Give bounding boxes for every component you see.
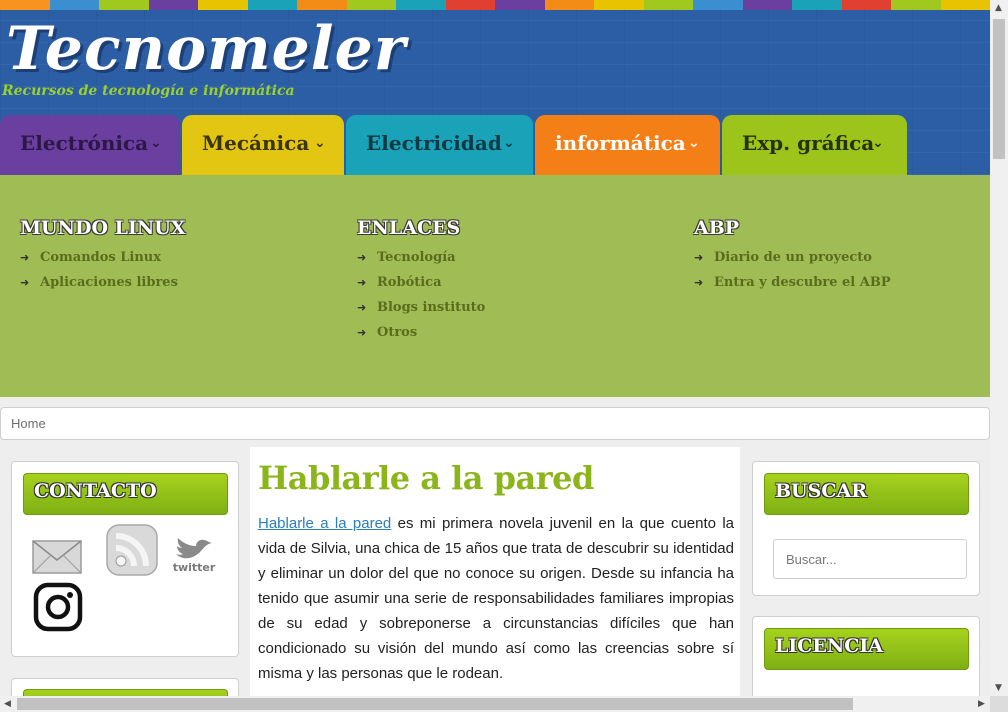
chevron-down-icon: ⌄ bbox=[872, 135, 884, 151]
main-nav: Electrónica ⌄ Mecánica ⌄ Electricidad ⌄ … bbox=[0, 115, 990, 290]
site-tagline: Recursos de tecnología e informática bbox=[2, 83, 295, 99]
mega-link-label: Diario de un proyecto bbox=[714, 250, 872, 265]
chevron-down-icon: ⌄ bbox=[688, 135, 700, 151]
mega-link-comandos-linux[interactable]: ➜ Comandos Linux bbox=[20, 245, 186, 270]
mega-column-enlaces: ENLACES ➜ Tecnología ➜ Robótica ➜ Blogs ins… bbox=[357, 217, 485, 345]
nav-tab-exp-grafica[interactable]: Exp. gráfica ⌄ bbox=[722, 115, 907, 175]
nav-tab-label: Electrónica bbox=[20, 131, 149, 155]
mega-link-otros[interactable]: ➜ Otros bbox=[357, 320, 485, 345]
color-strip-segment bbox=[792, 0, 842, 10]
site-header: Tecnomeler Recursos de tecnología e info… bbox=[0, 0, 990, 290]
color-strip-segment bbox=[198, 0, 248, 10]
color-strip-segment bbox=[940, 0, 990, 10]
scroll-up-icon[interactable]: ▲ bbox=[995, 3, 1002, 13]
search-input[interactable] bbox=[773, 539, 967, 579]
mega-column-heading: MUNDO LINUX bbox=[20, 217, 186, 239]
arrow-right-icon: ➜ bbox=[357, 276, 367, 289]
color-strip-segment bbox=[0, 0, 50, 10]
mega-link-label: Otros bbox=[377, 325, 418, 340]
scrollbar-corner bbox=[990, 696, 1008, 712]
color-strip-segment bbox=[445, 0, 495, 10]
scroll-down-icon[interactable]: ▼ bbox=[995, 683, 1002, 693]
arrow-right-icon: ➜ bbox=[694, 276, 704, 289]
twitter-wordmark: twitter bbox=[172, 561, 216, 574]
mega-link-tecnologia[interactable]: ➜ Tecnología bbox=[357, 245, 485, 270]
color-strip-segment bbox=[495, 0, 545, 10]
page: Tecnomeler Recursos de tecnología e info… bbox=[0, 0, 1008, 712]
nav-tab-label: Exp. gráfica bbox=[742, 131, 875, 155]
post-link[interactable]: Hablarle a la pared bbox=[258, 515, 391, 532]
arrow-right-icon: ➜ bbox=[357, 301, 367, 314]
color-strip-segment bbox=[742, 0, 792, 10]
color-strip-segment bbox=[841, 0, 891, 10]
color-strip-segment bbox=[891, 0, 941, 10]
mega-column-heading: ABP bbox=[694, 217, 740, 239]
color-strip-segment bbox=[247, 0, 297, 10]
color-strip-segment bbox=[693, 0, 743, 10]
arrow-right-icon: ➜ bbox=[20, 251, 30, 264]
mega-link-blogs-instituto[interactable]: ➜ Blogs instituto bbox=[357, 295, 485, 320]
mega-link-descubre-abp[interactable]: ➜ Entra y descubre el ABP bbox=[694, 270, 891, 295]
contact-widget-title: CONTACTO bbox=[23, 473, 228, 515]
license-widget-title: LICENCIA bbox=[764, 628, 969, 670]
mega-menu: MUNDO LINUX ➜ Comandos Linux ➜ Aplicacione… bbox=[0, 175, 990, 397]
mega-link-label: Tecnología bbox=[377, 250, 456, 265]
nav-tab-label: Mecánica bbox=[202, 131, 310, 155]
color-strip-segment bbox=[643, 0, 693, 10]
mega-column-abp: ABP ➜ Diario de un proyecto ➜ Entra y desc… bbox=[694, 217, 891, 295]
horizontal-scroll-thumb[interactable] bbox=[17, 698, 853, 710]
chevron-down-icon: ⌄ bbox=[150, 135, 162, 151]
vertical-scroll-thumb[interactable] bbox=[993, 19, 1005, 159]
mega-link-diario-proyecto[interactable]: ➜ Diario de un proyecto bbox=[694, 245, 891, 270]
rss-icon[interactable] bbox=[106, 524, 158, 576]
scroll-left-icon[interactable]: ◀ bbox=[4, 699, 11, 709]
mega-link-label: Comandos Linux bbox=[40, 250, 161, 265]
nav-tab-label: Electricidad bbox=[366, 131, 502, 155]
color-strip-segment bbox=[297, 0, 347, 10]
breadcrumb-home-link[interactable]: Home bbox=[11, 416, 46, 431]
site-title[interactable]: Tecnomeler bbox=[6, 14, 406, 84]
twitter-icon[interactable]: twitter bbox=[168, 534, 220, 578]
chevron-down-icon: ⌄ bbox=[314, 135, 326, 151]
arrow-right-icon: ➜ bbox=[694, 251, 704, 264]
color-strip-segment bbox=[396, 0, 446, 10]
mega-column-heading: ENLACES bbox=[357, 217, 461, 239]
color-strip-segment bbox=[346, 0, 396, 10]
chevron-down-icon: ⌄ bbox=[503, 135, 515, 151]
header-color-strip bbox=[0, 0, 990, 10]
mega-link-label: Entra y descubre el ABP bbox=[714, 275, 891, 290]
color-strip-segment bbox=[148, 0, 198, 10]
nav-tab-electricidad[interactable]: Electricidad ⌄ bbox=[346, 115, 533, 175]
mega-column-mundo-linux: MUNDO LINUX ➜ Comandos Linux ➜ Aplicacione… bbox=[20, 217, 186, 295]
horizontal-scrollbar[interactable]: ◀ ▶ bbox=[0, 696, 990, 712]
color-strip-segment bbox=[544, 0, 594, 10]
arrow-right-icon: ➜ bbox=[20, 276, 30, 289]
mega-link-label: Blogs instituto bbox=[377, 300, 486, 315]
arrow-right-icon: ➜ bbox=[357, 326, 367, 339]
color-strip-segment bbox=[594, 0, 644, 10]
mega-link-robotica[interactable]: ➜ Robótica bbox=[357, 270, 485, 295]
instagram-icon[interactable] bbox=[33, 582, 83, 632]
nav-tab-mecanica[interactable]: Mecánica ⌄ bbox=[182, 115, 344, 175]
nav-tab-informatica[interactable]: informática ⌄ bbox=[535, 115, 720, 175]
breadcrumb: Home bbox=[0, 407, 990, 440]
mega-link-label: Robótica bbox=[377, 275, 442, 290]
post-text: es mi primera novela juvenil en la que c… bbox=[258, 515, 734, 682]
nav-tab-label: informática bbox=[555, 131, 686, 155]
post-body: Hablarle a la pared es mi primera novela… bbox=[258, 511, 734, 686]
color-strip-segment bbox=[49, 0, 99, 10]
mega-link-label: Aplicaciones libres bbox=[40, 275, 178, 290]
search-widget: BUSCAR bbox=[752, 461, 980, 596]
scroll-right-icon[interactable]: ▶ bbox=[978, 699, 985, 709]
mega-link-aplicaciones-libres[interactable]: ➜ Aplicaciones libres bbox=[20, 270, 186, 295]
nav-tab-electronica[interactable]: Electrónica ⌄ bbox=[0, 115, 180, 175]
contact-widget: CONTACTO twitter bbox=[11, 461, 239, 657]
vertical-scrollbar[interactable]: ▲ ▼ bbox=[990, 0, 1008, 696]
post-title[interactable]: Hablarle a la pared bbox=[258, 459, 594, 497]
arrow-right-icon: ➜ bbox=[357, 251, 367, 264]
search-widget-title: BUSCAR bbox=[764, 473, 969, 515]
color-strip-segment bbox=[99, 0, 149, 10]
main-content: Hablarle a la pared Hablarle a la pared … bbox=[250, 447, 740, 697]
mail-icon[interactable] bbox=[32, 540, 82, 574]
